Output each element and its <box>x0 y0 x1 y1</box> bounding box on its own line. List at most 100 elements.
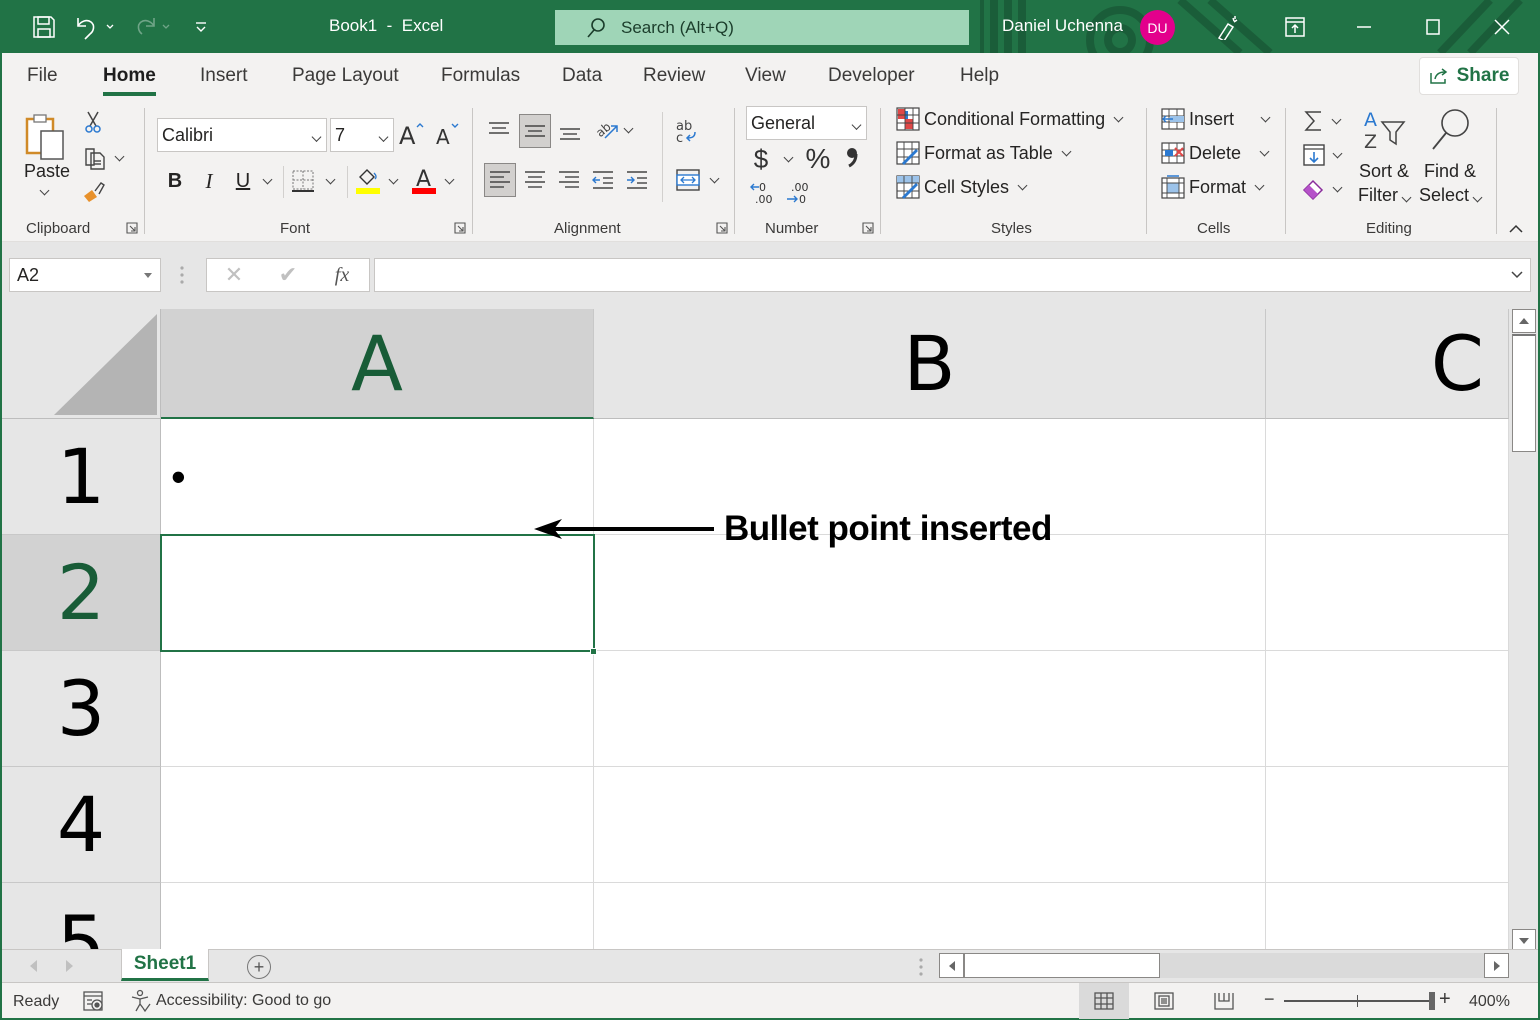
sort-filter-label[interactable]: Sort & Filter <box>1358 159 1412 207</box>
vertical-scrollbar[interactable] <box>1509 309 1538 949</box>
currency-dropdown[interactable] <box>780 150 796 168</box>
scroll-right-button[interactable] <box>1484 953 1509 978</box>
wrap-text-button[interactable]: ab c <box>670 114 702 150</box>
previous-sheet-button[interactable] <box>30 960 37 972</box>
insert-function-button[interactable]: fx <box>327 261 357 289</box>
horizontal-scrollbar[interactable] <box>939 953 1509 978</box>
select-all-button[interactable] <box>2 309 161 419</box>
scroll-left-button[interactable] <box>939 953 964 978</box>
underline-button[interactable]: U <box>228 166 258 196</box>
confirm-entry-button[interactable]: ✔ <box>273 261 303 289</box>
format-as-table-button[interactable]: Format as Table <box>896 141 1072 165</box>
cell-c4[interactable] <box>1266 767 1509 883</box>
undo-button[interactable] <box>72 12 118 42</box>
zoom-slider-knob[interactable] <box>1429 992 1435 1010</box>
cut-button[interactable] <box>80 108 106 136</box>
tab-formulas[interactable]: Formulas <box>441 65 520 87</box>
alignment-dialog-launcher-icon[interactable] <box>716 222 728 234</box>
cell-c1[interactable] <box>1266 419 1509 535</box>
cell-a3[interactable] <box>161 651 594 767</box>
number-format-combo[interactable]: General <box>746 106 867 140</box>
insert-cells-button[interactable]: Insert <box>1161 107 1271 131</box>
font-size-combo[interactable]: 7 <box>330 118 394 152</box>
format-cells-button[interactable]: Format <box>1161 175 1265 199</box>
orientation-button[interactable]: ab <box>590 114 636 146</box>
sort-filter-button[interactable]: AZ <box>1358 107 1412 153</box>
row-header-4[interactable]: 4 <box>2 767 161 883</box>
save-button[interactable] <box>30 12 58 42</box>
underline-dropdown[interactable] <box>259 172 275 190</box>
font-color-button[interactable]: A <box>410 164 438 196</box>
borders-dropdown[interactable] <box>322 172 338 190</box>
cell-b3[interactable] <box>594 651 1266 767</box>
autosum-button[interactable] <box>1298 107 1344 135</box>
tab-help[interactable]: Help <box>960 65 999 87</box>
format-painter-button[interactable] <box>80 178 108 206</box>
row-header-2[interactable]: 2 <box>2 535 161 651</box>
tab-data[interactable]: Data <box>562 65 602 87</box>
macro-recording-button[interactable] <box>82 989 106 1013</box>
paste-dropdown[interactable] <box>36 185 52 198</box>
find-select-label[interactable]: Find & Select <box>1419 159 1483 207</box>
maximize-button[interactable] <box>1413 8 1453 46</box>
bold-button[interactable]: B <box>160 166 190 196</box>
fill-color-dropdown[interactable] <box>385 172 401 190</box>
currency-button[interactable]: $ <box>750 144 772 174</box>
top-align-button[interactable] <box>484 114 514 146</box>
font-name-combo[interactable]: Calibri <box>157 118 327 152</box>
sheet-tab-sheet1[interactable]: Sheet1 <box>121 949 209 981</box>
search-box[interactable]: Search (Alt+Q) <box>555 10 969 45</box>
cell-b4[interactable] <box>594 767 1266 883</box>
vertical-scroll-thumb[interactable] <box>1512 334 1536 452</box>
column-header-a[interactable]: A <box>161 309 594 419</box>
ribbon-display-options-button[interactable] <box>1275 8 1315 46</box>
tab-split-handle[interactable] <box>919 958 923 976</box>
find-select-button[interactable] <box>1422 107 1478 153</box>
formula-input[interactable] <box>374 258 1531 292</box>
align-left-button[interactable] <box>484 163 516 197</box>
zoom-slider[interactable] <box>1284 992 1435 1010</box>
tab-developer[interactable]: Developer <box>828 65 915 87</box>
borders-button[interactable] <box>288 166 318 196</box>
tab-file[interactable]: File <box>27 65 58 87</box>
middle-align-button[interactable] <box>519 114 551 148</box>
scroll-up-button[interactable] <box>1512 309 1536 333</box>
fill-color-button[interactable] <box>354 164 382 196</box>
cell-c2[interactable] <box>1266 535 1509 651</box>
increase-decimal-button[interactable]: 0.00 <box>748 178 778 208</box>
user-name[interactable]: Daniel Uchenna <box>1002 16 1123 36</box>
conditional-formatting-button[interactable]: Conditional Formatting <box>896 107 1124 131</box>
normal-view-button[interactable] <box>1079 983 1129 1019</box>
cancel-entry-button[interactable]: ✕ <box>219 261 249 289</box>
name-box[interactable]: A2 <box>9 258 161 292</box>
clear-button[interactable] <box>1298 175 1344 203</box>
column-header-c[interactable]: C <box>1266 309 1509 419</box>
redo-button[interactable] <box>128 12 174 42</box>
fill-handle[interactable] <box>590 648 597 655</box>
horizontal-scroll-thumb[interactable] <box>964 953 1160 978</box>
row-header-5[interactable]: 5 <box>2 883 161 949</box>
row-header-3[interactable]: 3 <box>2 651 161 767</box>
name-box-dropdown-icon[interactable] <box>144 273 152 278</box>
cell-a2[interactable] <box>161 535 594 651</box>
minimize-button[interactable] <box>1344 8 1384 46</box>
cell-styles-button[interactable]: Cell Styles <box>896 175 1028 199</box>
italic-button[interactable]: I <box>194 166 224 196</box>
close-button[interactable] <box>1482 8 1522 46</box>
tab-home[interactable]: Home <box>103 65 156 96</box>
cell-a1[interactable]: • <box>161 419 594 535</box>
scroll-down-button[interactable] <box>1512 929 1536 949</box>
add-sheet-button[interactable]: + <box>247 955 271 979</box>
page-layout-view-button[interactable] <box>1139 983 1189 1019</box>
next-sheet-button[interactable] <box>66 960 73 972</box>
expand-formula-bar-icon[interactable] <box>1510 270 1524 280</box>
merge-center-button[interactable] <box>670 164 722 196</box>
share-button[interactable]: Share <box>1419 57 1519 95</box>
tab-view[interactable]: View <box>745 65 786 87</box>
cell-a4[interactable] <box>161 767 594 883</box>
fill-button[interactable] <box>1298 141 1344 169</box>
avatar[interactable]: DU <box>1140 10 1175 45</box>
tab-insert[interactable]: Insert <box>200 65 248 87</box>
collapse-ribbon-button[interactable] <box>1508 222 1524 240</box>
font-dialog-launcher-icon[interactable] <box>454 222 466 234</box>
